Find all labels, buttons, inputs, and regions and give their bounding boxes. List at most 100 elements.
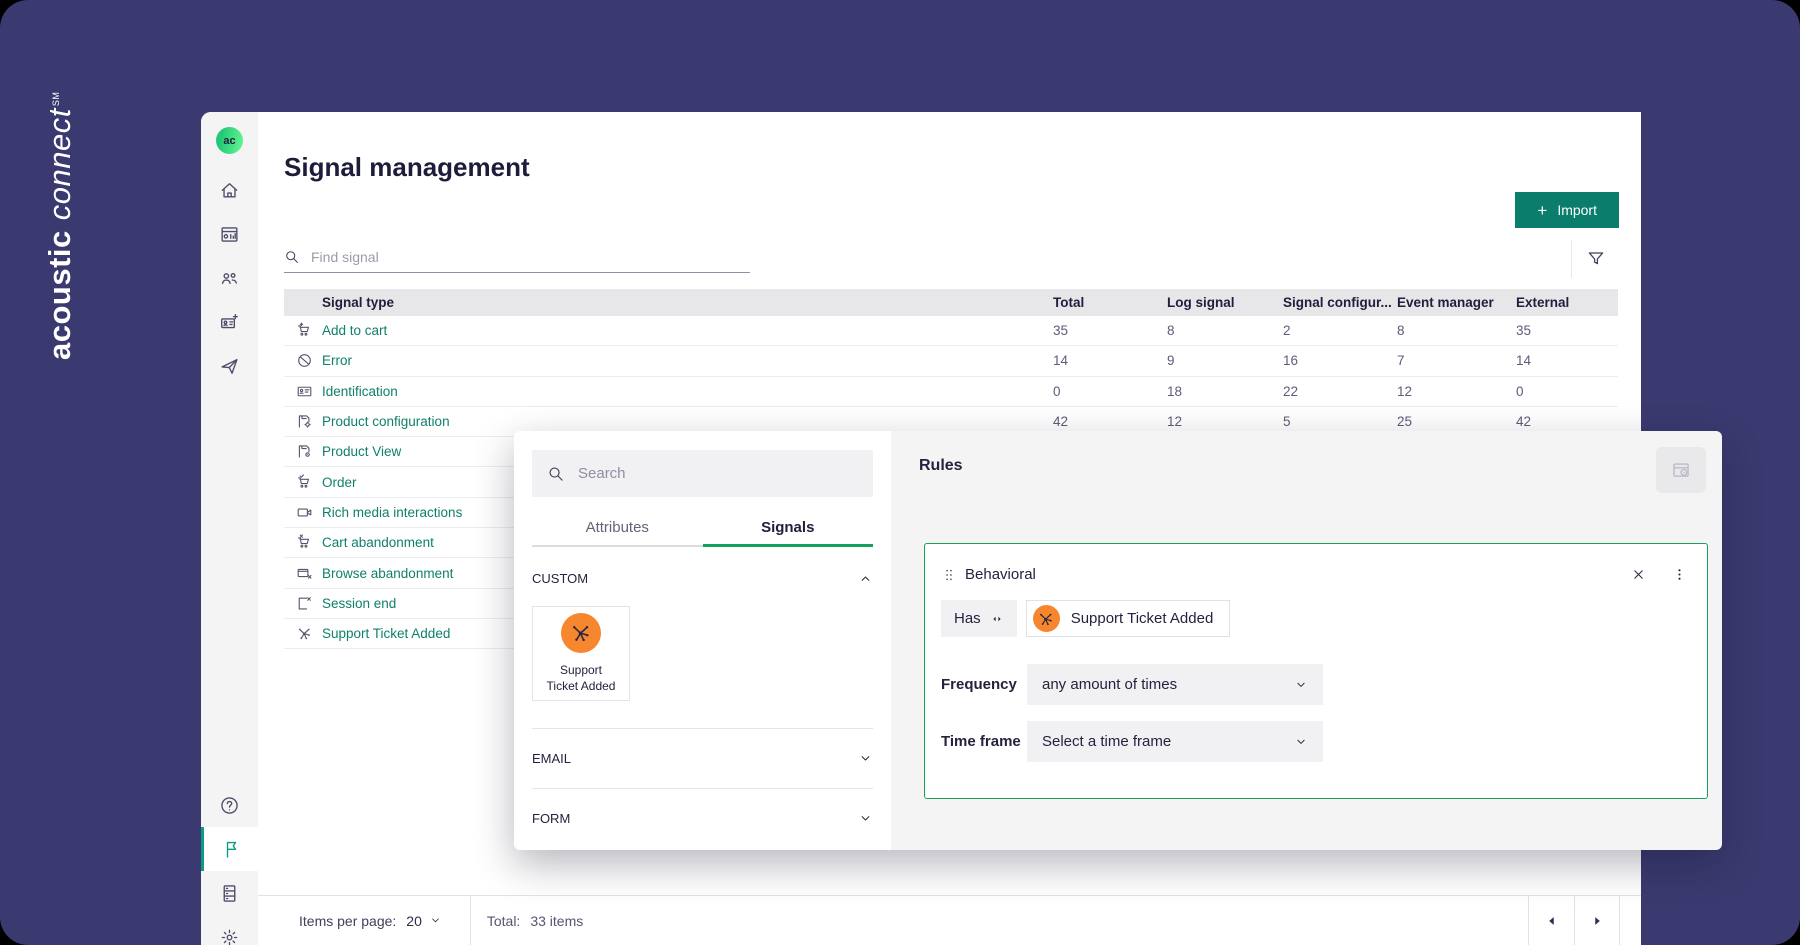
nav-reports[interactable] bbox=[201, 212, 258, 256]
tab-signals[interactable]: Signals bbox=[702, 519, 873, 547]
browse-abandon-icon bbox=[284, 565, 322, 582]
signal-link[interactable]: Product View bbox=[322, 444, 401, 459]
signal-config-cell: 22 bbox=[1283, 383, 1299, 399]
event-manager-cell: 12 bbox=[1397, 383, 1413, 399]
filter-icon bbox=[1586, 249, 1606, 269]
timeframe-label: Time frame bbox=[941, 733, 1021, 750]
cart-plus-icon bbox=[284, 322, 322, 339]
chevron-down-icon bbox=[429, 914, 442, 927]
icon-sidebar: ac bbox=[201, 112, 258, 945]
frequency-label: Frequency bbox=[941, 676, 1017, 693]
nav-signals[interactable] bbox=[201, 827, 258, 871]
signal-link[interactable]: Product configuration bbox=[322, 414, 450, 429]
plus-icon: + bbox=[1537, 200, 1548, 220]
help-icon bbox=[219, 795, 240, 816]
kebab-menu-icon[interactable] bbox=[1672, 567, 1687, 582]
nav-home[interactable] bbox=[201, 168, 258, 212]
filter-button[interactable] bbox=[1571, 240, 1619, 278]
section-header-email[interactable]: EMAIL bbox=[532, 729, 873, 789]
external-cell: 14 bbox=[1516, 353, 1532, 369]
signal-config-cell: 5 bbox=[1283, 414, 1291, 430]
product-config-icon bbox=[284, 413, 322, 430]
log-signal-cell: 9 bbox=[1167, 353, 1175, 369]
rule-builder-overlay: AttributesSignals CUSTOM SupportTicket Ad… bbox=[514, 431, 1722, 850]
signal-link[interactable]: Support Ticket Added bbox=[322, 626, 450, 641]
support-ticket-icon bbox=[1032, 605, 1060, 632]
signal-link[interactable]: Add to cart bbox=[322, 323, 387, 338]
table-row: Identification 0 18 22 12 0 bbox=[284, 377, 1618, 407]
close-icon[interactable] bbox=[1631, 567, 1646, 582]
nav-contacts-add[interactable] bbox=[201, 300, 258, 344]
session-end-icon bbox=[284, 595, 322, 612]
total-cell: 14 bbox=[1053, 353, 1069, 369]
column-header: Signal type bbox=[322, 295, 395, 310]
items-per-page-label: Items per page: bbox=[299, 912, 397, 929]
table-header-row: Signal type Total Log signal Signal configu… bbox=[284, 289, 1618, 316]
chevron-down-icon bbox=[858, 751, 873, 766]
timeframe-dropdown[interactable]: Select a time frame bbox=[1027, 721, 1323, 762]
nav-settings[interactable] bbox=[201, 915, 258, 945]
section-header-form[interactable]: FORM bbox=[532, 789, 873, 848]
signal-link[interactable]: Order bbox=[322, 475, 357, 490]
column-header: Event manager bbox=[1397, 295, 1494, 310]
section-header-custom[interactable]: CUSTOM bbox=[532, 571, 873, 586]
tab-attributes[interactable]: Attributes bbox=[532, 519, 703, 547]
prev-page-button[interactable] bbox=[1528, 896, 1574, 945]
signal-config-cell: 16 bbox=[1283, 353, 1299, 369]
signal-link[interactable]: Error bbox=[322, 353, 352, 368]
picker-search-input[interactable] bbox=[576, 464, 858, 483]
nav-audiences[interactable] bbox=[201, 256, 258, 300]
rule-category-label: Behavioral bbox=[965, 566, 1036, 583]
log-signal-cell: 18 bbox=[1167, 383, 1183, 399]
event-manager-cell: 25 bbox=[1397, 414, 1413, 430]
signal-link[interactable]: Browse abandonment bbox=[322, 566, 453, 581]
sidebar-nav-bottom bbox=[201, 783, 258, 945]
rich-media-icon bbox=[284, 504, 322, 521]
import-button[interactable]: + Import bbox=[1515, 192, 1619, 228]
event-manager-cell: 7 bbox=[1397, 353, 1405, 369]
home-icon bbox=[219, 180, 240, 201]
event-manager-cell: 8 bbox=[1397, 323, 1405, 339]
chevron-down-icon bbox=[1294, 735, 1308, 749]
signal-link[interactable]: Cart abandonment bbox=[322, 535, 434, 550]
nav-help[interactable] bbox=[201, 783, 258, 827]
chevron-up-icon bbox=[858, 571, 873, 586]
frequency-dropdown[interactable]: any amount of times bbox=[1027, 664, 1323, 705]
drag-handle-icon[interactable] bbox=[941, 567, 957, 583]
rules-panel: Rules Behavioral Has Support Ticket Adde… bbox=[891, 431, 1722, 850]
signal-link[interactable]: Rich media interactions bbox=[322, 505, 462, 520]
pagination bbox=[1528, 896, 1620, 945]
signal-link[interactable]: Session end bbox=[322, 596, 396, 611]
operator-chip[interactable]: Has bbox=[941, 600, 1017, 637]
signal-config-cell: 2 bbox=[1283, 323, 1291, 339]
next-page-button[interactable] bbox=[1574, 896, 1620, 945]
find-signal-input[interactable] bbox=[309, 248, 750, 266]
search-icon bbox=[547, 465, 565, 483]
data-icon bbox=[219, 883, 240, 904]
schedule-button[interactable] bbox=[1656, 447, 1706, 493]
column-header: Total bbox=[1053, 295, 1085, 310]
product-view-icon bbox=[284, 443, 322, 460]
support-ticket-icon bbox=[561, 612, 601, 653]
signal-tile[interactable]: Support Ticket Added bbox=[532, 606, 630, 701]
settings-icon bbox=[219, 927, 240, 945]
column-header: External bbox=[1516, 295, 1570, 310]
total-label: Total: bbox=[486, 912, 521, 929]
acoustic-logo[interactable]: ac bbox=[216, 127, 243, 154]
nav-campaigns[interactable] bbox=[201, 344, 258, 388]
dashboard-icon bbox=[219, 224, 240, 245]
chevron-down-icon bbox=[858, 811, 873, 826]
nav-data[interactable] bbox=[201, 871, 258, 915]
flag-icon bbox=[221, 839, 242, 860]
caret-left-icon bbox=[1545, 914, 1559, 928]
column-header: Log signal bbox=[1167, 295, 1235, 310]
items-per-page-select[interactable]: 20 bbox=[406, 913, 442, 929]
rule-condition-row: Has Support Ticket Added bbox=[941, 600, 1687, 637]
external-cell: 0 bbox=[1516, 383, 1524, 399]
signal-link[interactable]: Identification bbox=[322, 384, 398, 399]
timeframe-row: Time frame Select a time frame bbox=[941, 721, 1687, 762]
picker-sections: CUSTOM Support Ticket Added EMAIL FORM bbox=[532, 571, 873, 848]
external-cell: 35 bbox=[1516, 323, 1532, 339]
total-cell: 0 bbox=[1053, 383, 1061, 399]
signal-chip[interactable]: Support Ticket Added bbox=[1025, 600, 1231, 637]
